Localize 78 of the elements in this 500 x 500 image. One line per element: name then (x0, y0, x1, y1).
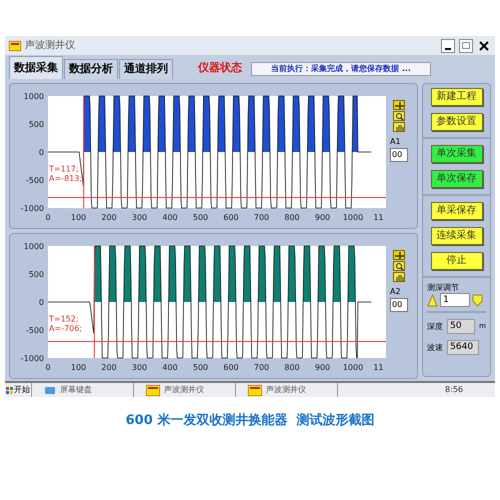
action-button[interactable]: 单次保存 (430, 170, 483, 188)
speed-label: 波速 (427, 342, 444, 354)
depth-field[interactable]: 50 (447, 319, 476, 334)
zoom-icon[interactable] (393, 261, 405, 271)
cursor-label: T=152; (49, 314, 79, 324)
crosshair-icon[interactable] (393, 100, 405, 110)
axis-label: 700 (254, 213, 270, 222)
app-icon (9, 40, 21, 50)
start-button[interactable]: 开始 (5, 383, 32, 397)
keyboard-icon (44, 385, 56, 395)
cursor-label: A=-706; (49, 324, 82, 334)
action-button[interactable]: 连续采集 (430, 227, 483, 245)
taskbar-item[interactable]: 屏幕键盘 (36, 383, 134, 397)
channel-label: A2 (390, 288, 401, 296)
axis-label: 900 (314, 213, 330, 222)
axis-label: 800 (284, 363, 300, 372)
axis-label: 500 (192, 213, 208, 222)
action-button[interactable]: 单采保存 (430, 202, 483, 220)
axis-label: -500 (26, 326, 44, 335)
clock: 8:56 (445, 384, 463, 396)
app-icon (146, 384, 160, 396)
action-button[interactable]: 停止 (430, 252, 483, 270)
axis-label: 500 (192, 363, 208, 372)
axis-label: 0 (45, 363, 51, 372)
channel-label: A1 (390, 138, 401, 146)
speed-field[interactable]: 5640 (447, 340, 480, 355)
action-button[interactable]: 单次采集 (430, 145, 483, 163)
axis-label: 300 (132, 213, 148, 222)
axis-label: 600 (223, 213, 239, 222)
zoom-icon[interactable] (393, 111, 405, 121)
axis-label: 100 (70, 363, 86, 372)
adjust-field[interactable]: 1 (440, 293, 470, 307)
crosshair-icon[interactable] (393, 250, 405, 260)
depth-label: 深度 (427, 320, 444, 332)
axis-label: 300 (132, 363, 148, 372)
axis-label: -1000 (20, 354, 44, 363)
axis-label: 600 (223, 363, 239, 372)
action-button[interactable]: 参数设置 (430, 113, 483, 131)
axis-label: 100 (70, 213, 86, 222)
tab[interactable]: 数据分析 (64, 59, 118, 79)
axis-label: 200 (101, 213, 117, 222)
taskbar-item[interactable]: 声波测井仪 (240, 383, 338, 397)
app-icon (248, 384, 262, 396)
axis-label: 11 (373, 363, 384, 372)
axis-label: 200 (101, 363, 117, 372)
axis-label: 500 (28, 120, 44, 129)
axis-label: -1000 (20, 204, 44, 213)
status-label: 仪器状态 (198, 60, 242, 76)
tab[interactable]: 数据采集 (9, 56, 63, 79)
axis-label: 900 (314, 363, 330, 372)
windows-icon (6, 386, 13, 394)
axis-label: 400 (162, 213, 178, 222)
window-title: 声波测井仪 (25, 38, 76, 53)
axis-label: 0 (38, 148, 44, 157)
axis-label: 0 (45, 213, 51, 222)
cursor-label: A=-813; (49, 174, 82, 184)
channel-field[interactable]: 00 (390, 298, 408, 312)
close-button[interactable] (477, 38, 491, 52)
axis-label: 1000 (24, 92, 44, 101)
status-field: 当前执行：采集完成，请您保存数据 ... (251, 62, 431, 76)
axis-label: 800 (284, 213, 300, 222)
tab[interactable]: 通道排列 (119, 59, 173, 79)
axis-label: 1000 (24, 242, 44, 251)
axis-label: 700 (254, 363, 270, 372)
caption: 600 米一发双收测井换能器 测试波形截图 (126, 412, 374, 430)
channel-field[interactable]: 00 (390, 148, 408, 162)
minimize-button[interactable] (441, 38, 455, 52)
axis-label: 1000 (342, 213, 364, 222)
axis-label: 11 (373, 213, 384, 222)
axis-label: 0 (38, 298, 44, 307)
axis-label: 500 (28, 270, 44, 279)
axis-label: 1000 (342, 363, 364, 372)
taskbar-item[interactable]: 声波测井仪 (138, 383, 236, 397)
cursor-label: T=117; (49, 164, 79, 174)
adjust-label: 测深调节 (427, 284, 460, 292)
axis-label: 400 (162, 363, 178, 372)
action-button[interactable]: 新建工程 (430, 88, 483, 106)
axis-label: -500 (26, 176, 44, 185)
